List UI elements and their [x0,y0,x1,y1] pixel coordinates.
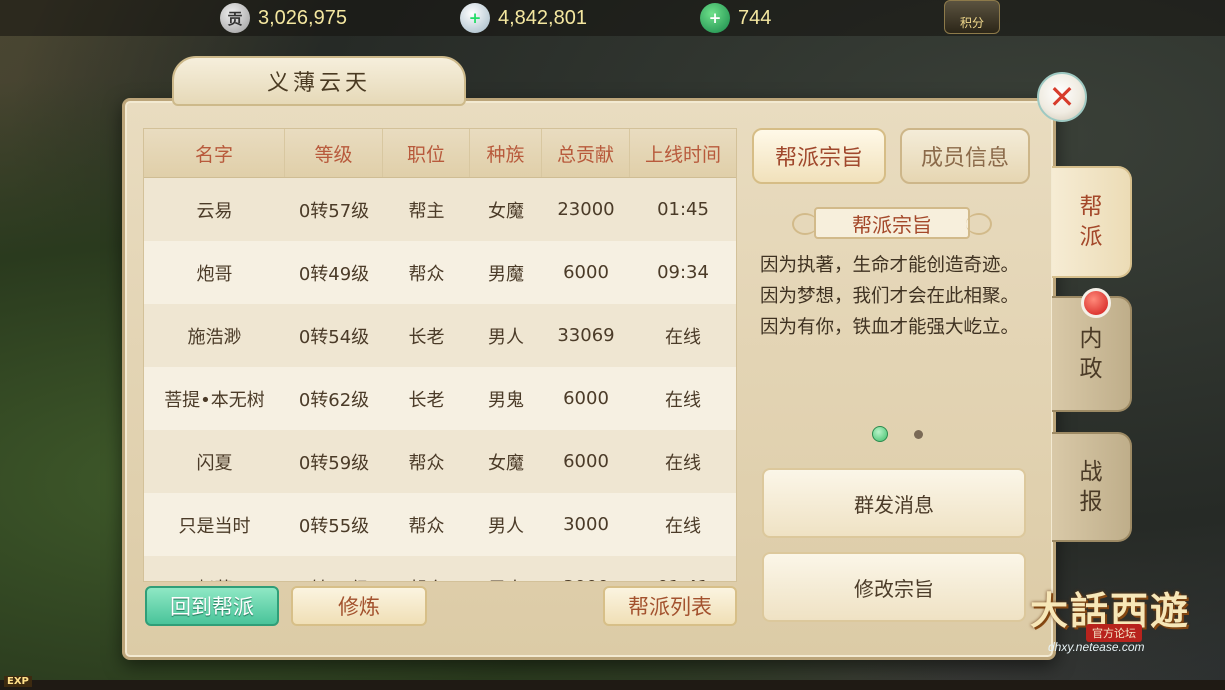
member-position: 长老 [408,326,445,348]
member-name: 只是当时 [178,515,251,537]
jade-icon[interactable]: + [700,3,730,33]
column-header-race[interactable]: 种族 [470,129,542,177]
member-level: 0转55级 [298,515,370,537]
member-online-time: 01:45 [657,199,709,220]
table-body[interactable]: 云易 0转57级 帮主 女魔 23000 01:45 炮哥 0转49级 帮众 男… [144,178,736,582]
member-contribution: 6000 [563,451,609,472]
member-level: 0转54级 [298,326,370,348]
column-header-name[interactable]: 名字 [144,129,285,177]
table-row[interactable]: 闪夏 0转59级 帮众 女魔 6000 在线 [144,430,736,493]
motto-text: 因为执著，生命才能创造奇迹。因为梦想，我们才会在此相聚。因为有你，铁血才能强大屹… [760,255,1020,338]
member-online-time: 在线 [665,515,701,537]
member-online-time: 09:34 [657,262,709,283]
member-race: 女魔 [488,452,524,474]
member-contribution: 33069 [557,325,615,346]
member-name: 菩提•本无树 [164,389,265,411]
contribution-currency: 贡 3,026,975 [220,3,347,33]
member-level: 0转53级 [285,556,383,582]
member-contribution: 6000 [563,388,609,409]
back-to-gang-button[interactable]: 回到帮派 [145,586,279,626]
member-level: 0转62级 [298,389,370,411]
member-position: 帮主 [408,200,445,222]
close-button[interactable]: ✕ [1037,72,1087,122]
jade-value: 744 [738,6,772,29]
member-name: 施浩渺 [187,326,242,348]
table-row[interactable]: 菩提•本无树 0转62级 长老 男鬼 6000 在线 [144,367,736,430]
table-row[interactable]: 施浩渺 0转54级 长老 男人 33069 在线 [144,304,736,367]
page-indicator [872,426,932,442]
panel-title-tab: 义薄云天 [172,56,466,106]
side-tab-label: 内政 [1079,326,1103,382]
table-row[interactable]: 只是当时 0转55级 帮众 男人 3000 在线 [144,493,736,556]
member-position: 帮众 [408,515,445,537]
page-dot-active[interactable] [872,426,888,442]
member-contribution: 23000 [557,199,615,220]
member-position: 帮众 [383,556,470,582]
contribution-value: 3,026,975 [258,6,347,29]
cultivate-button[interactable]: 修炼 [291,586,427,626]
member-name: 赵蕃 [144,556,285,582]
member-position: 帮众 [408,263,445,285]
member-position: 长老 [408,389,445,411]
motto-heading: 帮派宗旨 [852,212,932,237]
member-online-time: 01:41 [630,556,736,581]
jade-currency[interactable]: + 744 [700,3,771,33]
column-header-position[interactable]: 职位 [383,129,470,177]
table-row[interactable]: 云易 0转57级 帮主 女魔 23000 01:45 [144,178,736,241]
member-contribution: 3000 [563,514,609,535]
member-race: 男人 [488,326,524,348]
side-tab-battle-report[interactable]: 战报 [1052,432,1132,542]
member-online-time: 在线 [665,452,701,474]
silver-ingot-icon[interactable]: + [460,3,490,33]
panel-title: 义薄云天 [266,71,371,96]
column-header-level[interactable]: 等级 [285,129,383,177]
gang-list-button[interactable]: 帮派列表 [603,586,737,626]
side-tab-label: 战报 [1079,459,1103,515]
member-contribution: 6000 [563,262,609,283]
member-race: 男鬼 [488,389,524,411]
side-tab-label: 帮派 [1079,194,1103,250]
side-tab-gang[interactable]: 帮派 [1052,166,1132,278]
page-dot[interactable] [914,430,923,439]
member-name: 云易 [196,200,233,222]
tab-gang-motto[interactable]: 帮派宗旨 [752,128,886,184]
member-race: 男魔 [488,263,524,285]
member-level: 0转57级 [298,200,370,222]
silver-value: 4,842,801 [498,6,587,29]
close-icon[interactable]: ✕ [1049,81,1076,113]
score-badge[interactable]: 积分 [944,0,1000,34]
member-race: 男人 [488,515,524,537]
broadcast-message-button[interactable]: 群发消息 [762,468,1026,538]
contribution-coin-icon: 贡 [220,3,250,33]
member-table: 名字 等级 职位 种族 总贡献 上线时间 云易 0转57级 帮主 女魔 2300… [143,128,737,582]
table-row[interactable]: 赵蕃 0转53级 帮众 男人 3000 01:41 [144,556,736,582]
edit-motto-button[interactable]: 修改宗旨 [762,552,1026,622]
member-position: 帮众 [408,452,445,474]
member-name: 炮哥 [196,263,233,285]
member-level: 0转59级 [298,452,370,474]
member-contribution: 3000 [542,556,630,581]
silver-currency[interactable]: + 4,842,801 [460,3,587,33]
table-row[interactable]: 炮哥 0转49级 帮众 男魔 6000 09:34 [144,241,736,304]
logo-url: dhxy.netease.com [1048,640,1145,654]
member-level: 0转49级 [298,263,370,285]
member-race: 男人 [470,556,542,582]
motto-heading-banner: 帮派宗旨 [790,205,994,241]
member-online-time: 在线 [665,326,701,348]
notification-dot-icon [1081,288,1111,318]
column-header-online-time[interactable]: 上线时间 [630,129,736,177]
member-online-time: 在线 [665,389,701,411]
tab-member-info[interactable]: 成员信息 [900,128,1030,184]
currency-bar: 贡 3,026,975 + 4,842,801 + 744 积分 [0,0,1225,36]
exp-label: EXP [4,676,32,687]
column-header-contribution[interactable]: 总贡献 [542,129,630,177]
table-header: 名字 等级 职位 种族 总贡献 上线时间 [144,129,736,178]
scroll-ornament-icon [966,213,992,235]
member-race: 女魔 [488,200,524,222]
game-logo-watermark: 大話西遊 官方论坛 dhxy.netease.com [1024,580,1220,660]
exp-bar [0,680,1225,690]
member-name: 闪夏 [196,452,233,474]
